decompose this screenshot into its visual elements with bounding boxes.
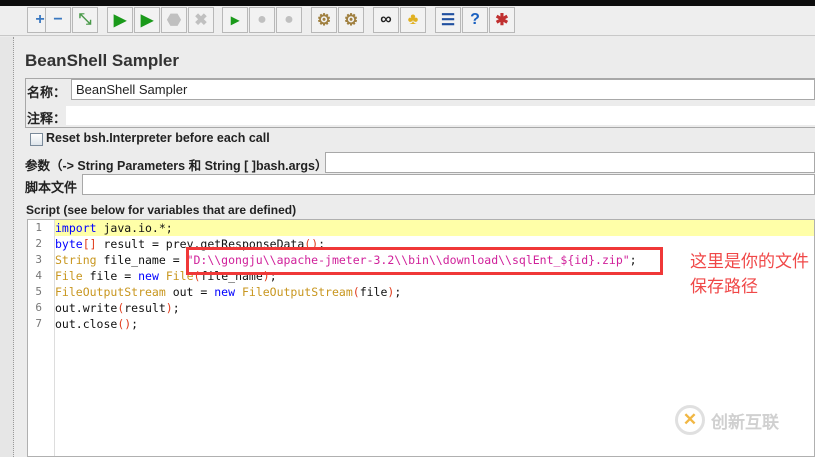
code-token: []: [82, 237, 97, 251]
toggle-icon: ⤡: [78, 11, 92, 28]
script-file-label: 脚本文件: [25, 180, 78, 195]
remote-stop-button[interactable]: ●: [249, 7, 275, 33]
line-number: 4: [35, 269, 42, 282]
comment-label: 注释：: [27, 111, 67, 126]
line-number: 7: [35, 317, 42, 330]
clear-icon: ⚙: [316, 12, 332, 29]
clear-all-button[interactable]: ⚙: [338, 7, 364, 33]
search-button[interactable]: ∞: [373, 7, 399, 33]
highlight-box: [186, 247, 663, 275]
start-no-pause-icon: ▶: [140, 12, 154, 29]
remove-icon: −: [53, 11, 63, 28]
name-field[interactable]: BeanShell Sampler: [71, 79, 815, 100]
stop-icon: ⬣: [167, 12, 181, 29]
line-number: 3: [35, 253, 42, 266]
start-no-pause-button[interactable]: ▶: [134, 7, 160, 33]
code-token: result: [124, 301, 166, 315]
code-token: ;: [172, 301, 180, 315]
code-line: FileOutputStream out = new FileOutputStr…: [55, 285, 401, 299]
code-token: new: [214, 285, 236, 299]
code-token: import: [55, 221, 97, 235]
help-button[interactable]: ?: [462, 7, 488, 33]
function-helper-icon: ☰: [440, 12, 456, 29]
comment-field[interactable]: [66, 106, 815, 125]
code-token: ;: [131, 317, 139, 331]
toolbar: + − ⤡ ▶ ▶ ⬣ ✖ ▸ ● ● ⚙ ⚙ ∞ ♣ ☰? ✱: [0, 6, 815, 36]
watermark-icon: ✕: [675, 405, 705, 435]
code-line: import java.io.*;: [55, 221, 173, 235]
code-token: String: [55, 253, 97, 267]
reset-search-icon: ♣: [407, 11, 419, 28]
line-number: 5: [35, 285, 42, 298]
code-token: (: [352, 285, 360, 299]
code-token: file_name =: [96, 253, 187, 267]
params-label: 参数（-> String Parameters 和 String [ ]bash…: [25, 159, 328, 173]
help-icon: ?: [470, 11, 480, 28]
code-token: file: [359, 285, 388, 299]
shutdown-icon: ✖: [194, 12, 208, 29]
remove-button[interactable]: −: [45, 7, 71, 33]
reset-search-button[interactable]: ♣: [400, 7, 426, 33]
line-number: 6: [35, 301, 42, 314]
code-token: new: [138, 269, 159, 283]
watermark-text: 创新互联: [711, 412, 779, 432]
code-token: java.io.*;: [96, 221, 173, 235]
script-file-field[interactable]: [82, 174, 815, 195]
code-token: out.close: [55, 317, 118, 331]
toggle-button[interactable]: ⤡: [72, 7, 98, 33]
code-token: (): [117, 317, 132, 331]
reset-label: Reset bsh.Interpreter before each call: [46, 131, 270, 145]
code-token: byte: [55, 237, 83, 251]
code-token: ;: [394, 285, 402, 299]
code-token: File: [55, 269, 83, 283]
remote-start-icon: ▸: [230, 12, 240, 29]
function-helper-button[interactable]: ☰: [435, 7, 461, 33]
code-token: ): [165, 301, 173, 315]
start-button[interactable]: ▶: [107, 7, 133, 33]
logger-icon: ✱: [495, 12, 509, 29]
remote-shutdown-icon: ●: [284, 11, 294, 28]
code-token: out =: [165, 285, 215, 299]
reset-checkbox[interactable]: [30, 133, 43, 146]
code-token: FileOutputStream: [241, 285, 353, 299]
remote-stop-icon: ●: [257, 11, 267, 28]
remote-shutdown-button[interactable]: ●: [276, 7, 302, 33]
clear-all-icon: ⚙: [343, 12, 359, 29]
start-icon: ▶: [113, 12, 127, 29]
line-number-gutter: 1 2 3 4 5 6 7: [28, 220, 55, 456]
name-label: 名称：: [27, 85, 67, 100]
remote-start-button[interactable]: ▸: [222, 7, 248, 33]
watermark-logo: ✕ 创新互联: [675, 405, 779, 435]
code-line: out.write(result);: [55, 301, 180, 315]
line-number: 2: [35, 237, 42, 250]
code-token: out.write: [55, 301, 118, 315]
line-number: 1: [35, 221, 42, 234]
add-icon: +: [35, 11, 45, 28]
code-token: FileOutputStream: [55, 285, 166, 299]
annotation-line-1: 这里是你的文件: [690, 252, 809, 271]
script-label: Script (see below for variables that are…: [26, 203, 297, 217]
annotation-line-2: 保存路径: [690, 277, 758, 296]
search-icon: ∞: [380, 11, 392, 28]
stop-button[interactable]: ⬣: [161, 7, 187, 33]
clear-button[interactable]: ⚙: [311, 7, 337, 33]
shutdown-button[interactable]: ✖: [188, 7, 214, 33]
code-line: out.close();: [55, 317, 138, 331]
sampler-title: BeanShell Sampler: [25, 51, 180, 70]
logger-button[interactable]: ✱: [489, 7, 515, 33]
params-field[interactable]: [325, 152, 815, 173]
tree-splitter[interactable]: [0, 37, 14, 457]
code-token: file =: [82, 269, 139, 283]
